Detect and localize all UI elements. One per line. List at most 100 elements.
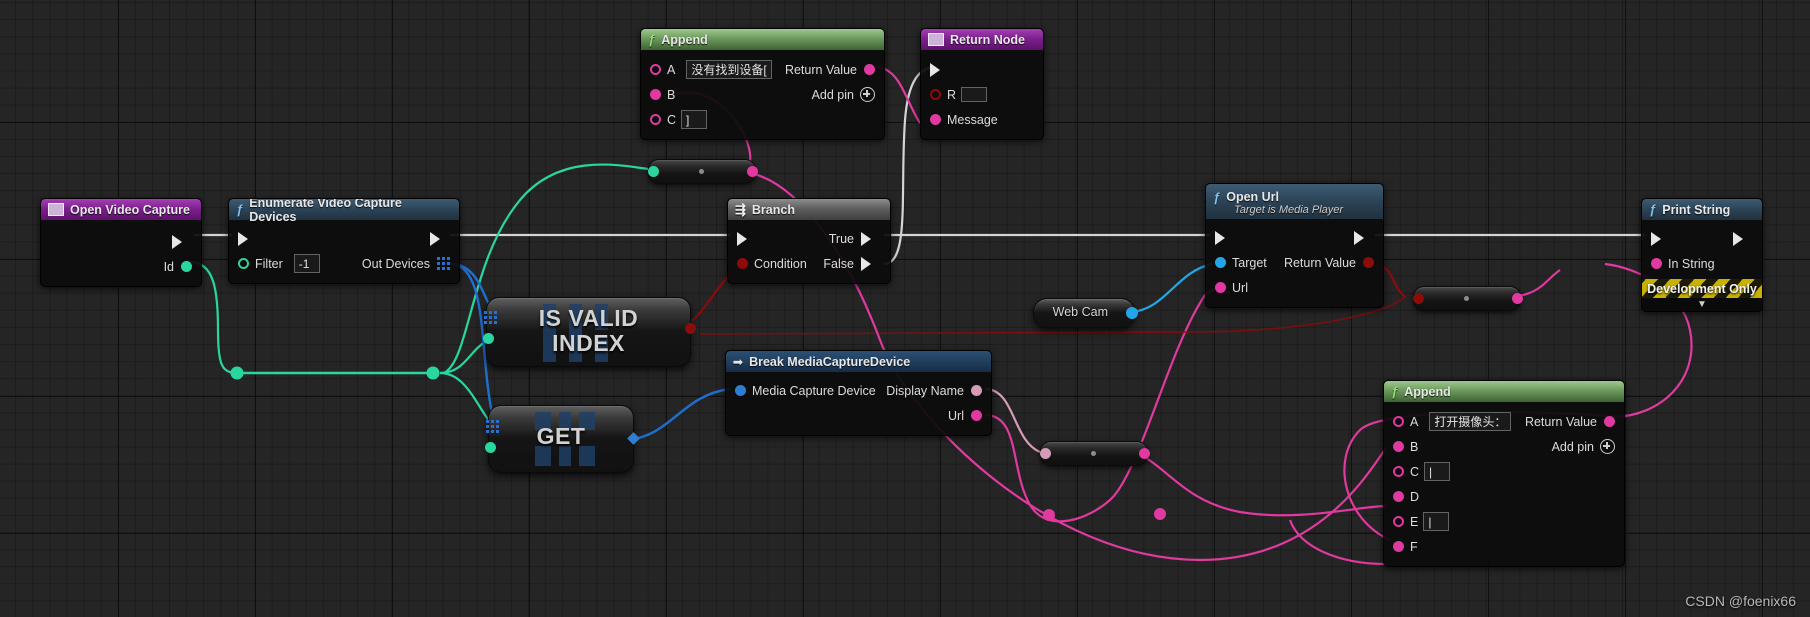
pin-row-exec[interactable]: [229, 226, 459, 251]
append-e-value-field[interactable]: |: [1423, 512, 1450, 531]
pin-in-string[interactable]: [1651, 258, 1662, 269]
exec-out-pin[interactable]: [430, 231, 450, 246]
reroute-node-string-top[interactable]: [648, 159, 758, 184]
pin-f-in[interactable]: [1393, 541, 1404, 552]
node-append-bottom[interactable]: ƒ Append A 打开摄像头： Return Value B Add pin…: [1383, 380, 1625, 567]
pin-c-in[interactable]: [650, 114, 661, 125]
pin-condition-in[interactable]: [737, 258, 748, 269]
append-c-value-field[interactable]: |: [1424, 462, 1451, 481]
reroute-in-pin[interactable]: [1413, 293, 1424, 304]
node-web-cam-variable[interactable]: Web Cam: [1033, 298, 1138, 328]
pin-d-in[interactable]: [1393, 491, 1404, 502]
pin-url-out[interactable]: [971, 410, 982, 421]
pin-row-exec[interactable]: [1642, 226, 1762, 251]
exec-false-pin[interactable]: [861, 256, 881, 271]
pin-id-out[interactable]: [181, 261, 192, 272]
reroute-node-bool-right[interactable]: [1413, 286, 1523, 311]
pin-label-out-devices: Out Devices: [361, 256, 430, 271]
pin-row-a-return[interactable]: A 没有找到设备[ Return Value: [641, 57, 884, 82]
pin-row-r[interactable]: R: [921, 82, 1043, 107]
pin-row-d[interactable]: D: [1384, 484, 1624, 509]
pin-web-cam-out[interactable]: [1126, 307, 1138, 319]
node-is-valid-index[interactable]: IS VALID INDEX: [483, 297, 696, 367]
node-branch[interactable]: ⇶ Branch True Condition False: [727, 198, 891, 284]
pin-row-filter-outdevices[interactable]: Filter -1 Out Devices: [229, 251, 459, 276]
pin-row-e[interactable]: E |: [1384, 509, 1624, 534]
append-a-value-field[interactable]: 打开摄像头：: [1429, 412, 1512, 431]
reroute-node-string-mid[interactable]: [1040, 441, 1150, 466]
pin-row-url[interactable]: Url: [1206, 275, 1383, 300]
exec-in-pin[interactable]: [1651, 231, 1671, 246]
node-title: Open Video Capture: [70, 202, 190, 217]
pin-filter-in[interactable]: [238, 258, 249, 269]
exec-out-pin[interactable]: [1354, 230, 1374, 245]
pin-row-c[interactable]: C |: [1384, 459, 1624, 484]
append-c-value-field[interactable]: ]: [681, 110, 708, 129]
pin-a-in[interactable]: [650, 64, 661, 75]
exec-out-pin[interactable]: [1733, 231, 1753, 246]
node-break-media-capture-device[interactable]: ➟ Break MediaCaptureDevice Media Capture…: [725, 350, 992, 436]
pin-a-in[interactable]: [1393, 416, 1404, 427]
pin-row-message[interactable]: Message: [921, 107, 1043, 132]
blueprint-graph-canvas[interactable]: Open Video Capture Id ƒ Enumerate Video …: [0, 0, 1810, 617]
node-enumerate-video-capture-devices[interactable]: ƒ Enumerate Video Capture Devices Filter…: [228, 198, 460, 284]
pin-url-in[interactable]: [1215, 282, 1226, 293]
pin-b-in[interactable]: [1393, 441, 1404, 452]
reroute-in-pin[interactable]: [1040, 448, 1051, 459]
pin-media-capture-device-in[interactable]: [735, 385, 746, 396]
return-r-checkbox[interactable]: [961, 87, 988, 102]
pin-row-exec[interactable]: [1206, 225, 1383, 250]
pin-row-a-return[interactable]: A 打开摄像头： Return Value: [1384, 409, 1624, 434]
pin-row-b-addpin[interactable]: B Add pin: [1384, 434, 1624, 459]
pin-row-exec-true[interactable]: True: [728, 226, 890, 251]
filter-value-field[interactable]: -1: [293, 254, 320, 273]
node-print-string[interactable]: ƒ Print String In String Development Onl…: [1641, 198, 1763, 312]
exec-in-pin[interactable]: [737, 231, 757, 246]
pin-b-in[interactable]: [650, 89, 661, 100]
reroute-in-pin[interactable]: [648, 166, 659, 177]
append-a-value-field[interactable]: 没有找到设备[: [686, 60, 772, 79]
pin-return-value-out[interactable]: [864, 64, 875, 75]
node-open-video-capture[interactable]: Open Video Capture Id: [40, 198, 202, 287]
pin-row-id[interactable]: Id: [41, 254, 201, 279]
pin-row-target-return[interactable]: Target Return Value: [1206, 250, 1383, 275]
node-append-top[interactable]: ƒ Append A 没有找到设备[ Return Value B Add pi…: [640, 28, 885, 140]
pin-row-c[interactable]: C ]: [641, 107, 884, 132]
node-open-url[interactable]: ƒ Open Url Target is Media Player Target…: [1205, 183, 1384, 308]
pin-row-in-string[interactable]: In String: [1642, 251, 1762, 276]
pin-bool-out[interactable]: [685, 323, 696, 334]
chevron-down-icon[interactable]: ▼: [1642, 298, 1762, 311]
pin-target-in[interactable]: [1215, 257, 1226, 268]
pin-row-exec-in[interactable]: [921, 57, 1043, 82]
pin-array-in[interactable]: [484, 311, 497, 324]
pin-out-devices-array[interactable]: [437, 257, 450, 270]
pin-row-b-addpin[interactable]: B Add pin: [641, 82, 884, 107]
pin-row-f[interactable]: F: [1384, 534, 1624, 559]
add-pin-button[interactable]: Add pin: [812, 87, 875, 102]
pin-index-in[interactable]: [483, 333, 494, 344]
pin-row-exec-out[interactable]: [41, 229, 201, 254]
pin-array-in[interactable]: [486, 420, 499, 433]
pin-row-url[interactable]: Url: [726, 403, 991, 428]
pin-message-in[interactable]: [930, 114, 941, 125]
exec-in-pin[interactable]: [1215, 230, 1235, 245]
exec-in-pin[interactable]: [930, 62, 950, 77]
exec-in-pin[interactable]: [238, 231, 258, 246]
pin-r-in[interactable]: [930, 89, 941, 100]
pin-index-in[interactable]: [485, 442, 496, 453]
pin-row-mcd-displayname[interactable]: Media Capture Device Display Name: [726, 378, 991, 403]
pin-return-value-out[interactable]: [1604, 416, 1615, 427]
reroute-out-pin[interactable]: [1139, 448, 1150, 459]
node-return[interactable]: Return Node R Message: [920, 28, 1044, 140]
reroute-out-pin[interactable]: [747, 166, 758, 177]
pin-e-in[interactable]: [1393, 516, 1404, 527]
node-get[interactable]: GET: [485, 405, 640, 473]
pin-row-condition-false[interactable]: Condition False: [728, 251, 890, 276]
exec-true-pin[interactable]: [861, 231, 881, 246]
pin-return-value-out[interactable]: [1363, 257, 1374, 268]
reroute-out-pin[interactable]: [1512, 293, 1523, 304]
pin-display-name-out[interactable]: [971, 385, 982, 396]
exec-out-pin[interactable]: [172, 234, 192, 249]
add-pin-button[interactable]: Add pin: [1552, 439, 1615, 454]
pin-c-in[interactable]: [1393, 466, 1404, 477]
